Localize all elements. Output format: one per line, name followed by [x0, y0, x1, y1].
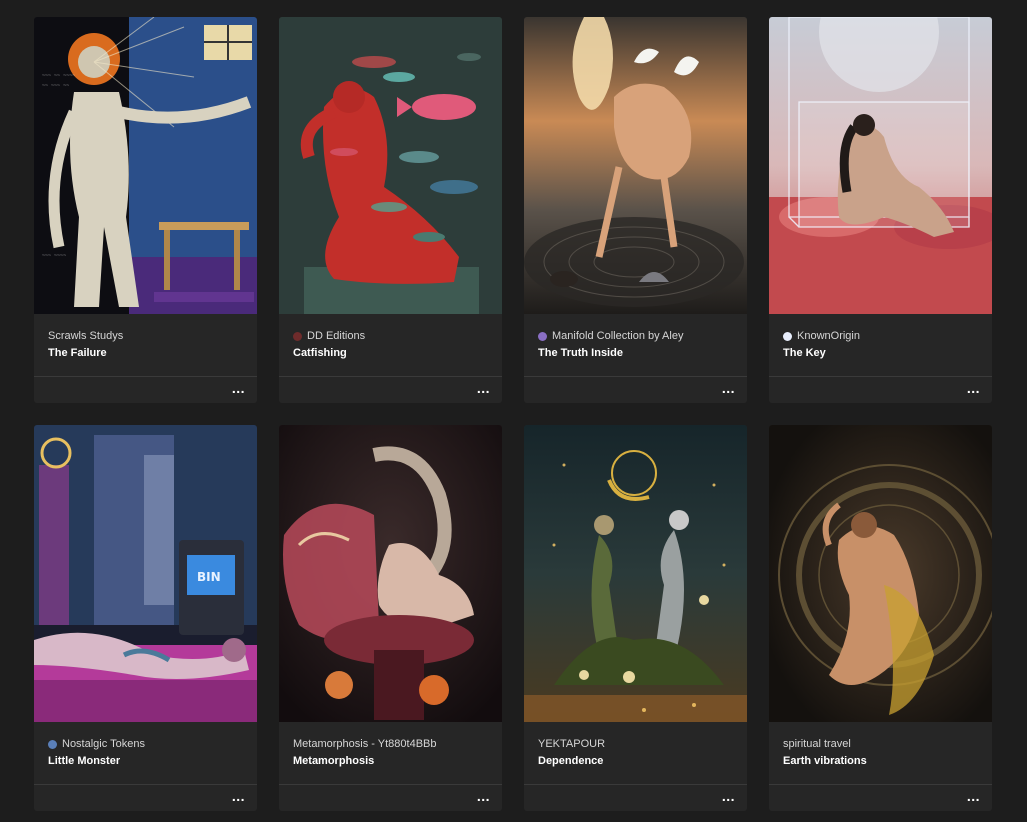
card-meta: spiritual travel Earth vibrations [769, 722, 992, 785]
collection-label: DD Editions [307, 330, 366, 342]
collection-name[interactable]: Manifold Collection by Aley [538, 330, 733, 343]
svg-text:~~~ ~~ ~~~~: ~~~ ~~ ~~~~ [42, 73, 75, 79]
card-footer: ... [279, 377, 502, 402]
artwork-image[interactable] [769, 425, 992, 722]
collection-name[interactable]: DD Editions [293, 330, 488, 343]
collection-avatar-icon [783, 332, 792, 341]
artwork-image[interactable]: BIN [34, 425, 257, 722]
nft-card[interactable]: DD Editions Catfishing ... [279, 17, 502, 403]
nft-card[interactable]: spiritual travel Earth vibrations ... [769, 425, 992, 811]
collection-label: KnownOrigin [797, 330, 860, 342]
card-footer: ... [34, 785, 257, 810]
artwork-image[interactable] [279, 17, 502, 314]
artwork-image[interactable] [524, 17, 747, 314]
svg-text:~~ ~~~ ~~: ~~ ~~~ ~~ [42, 83, 69, 89]
card-footer: ... [34, 377, 257, 402]
collection-avatar-icon [48, 740, 57, 749]
collection-name[interactable]: YEKTAPOUR [538, 738, 733, 751]
collection-avatar-icon [293, 332, 302, 341]
collection-name[interactable]: KnownOrigin [783, 330, 978, 343]
more-options-button[interactable]: ... [232, 789, 245, 805]
card-footer: ... [524, 785, 747, 810]
collection-label: Scrawls Studys [48, 330, 124, 342]
collection-name[interactable]: Scrawls Studys [48, 330, 243, 343]
card-meta: YEKTAPOUR Dependence [524, 722, 747, 785]
card-meta: KnownOrigin The Key [769, 314, 992, 377]
artwork-image[interactable] [524, 425, 747, 722]
collection-label: spiritual travel [783, 738, 851, 750]
card-footer: ... [769, 377, 992, 402]
collection-avatar-icon [538, 332, 547, 341]
more-options-button[interactable]: ... [722, 381, 735, 397]
artwork-title[interactable]: The Truth Inside [538, 347, 733, 360]
collection-label: Manifold Collection by Aley [552, 330, 684, 342]
artwork-title[interactable]: Earth vibrations [783, 755, 978, 768]
artwork-image[interactable]: ~~~ ~~ ~~~~ ~~ ~~~ ~~ ~~~ ~~~~ [34, 17, 257, 314]
card-footer: ... [524, 377, 747, 402]
artwork-image[interactable] [279, 425, 502, 722]
card-meta: Nostalgic Tokens Little Monster [34, 722, 257, 785]
more-options-button[interactable]: ... [232, 381, 245, 397]
card-meta: DD Editions Catfishing [279, 314, 502, 377]
more-options-button[interactable]: ... [477, 789, 490, 805]
more-options-button[interactable]: ... [722, 789, 735, 805]
card-footer: ... [279, 785, 502, 810]
more-options-button[interactable]: ... [967, 789, 980, 805]
card-footer: ... [769, 785, 992, 810]
artwork-title[interactable]: The Key [783, 347, 978, 360]
nft-card[interactable]: Manifold Collection by Aley The Truth In… [524, 17, 747, 403]
nft-card[interactable]: YEKTAPOUR Dependence ... [524, 425, 747, 811]
nft-card[interactable]: BIN Nostalgic Tokens Little Monster ... [34, 425, 257, 811]
collection-label: YEKTAPOUR [538, 738, 606, 750]
svg-text:BIN: BIN [197, 570, 221, 584]
artwork-title[interactable]: Dependence [538, 755, 733, 768]
artwork-image[interactable] [769, 17, 992, 314]
artwork-title[interactable]: Catfishing [293, 347, 488, 360]
collection-name[interactable]: spiritual travel [783, 738, 978, 751]
nft-card[interactable]: ~~~ ~~ ~~~~ ~~ ~~~ ~~ ~~~ ~~~~ Scrawls S… [34, 17, 257, 403]
nft-grid: ~~~ ~~ ~~~~ ~~ ~~~ ~~ ~~~ ~~~~ Scrawls S… [34, 17, 992, 811]
svg-text:~~~ ~~~~: ~~~ ~~~~ [42, 253, 66, 259]
nft-card[interactable]: Metamorphosis - Yt880t4BBb Metamorphosis… [279, 425, 502, 811]
more-options-button[interactable]: ... [967, 381, 980, 397]
card-meta: Scrawls Studys The Failure [34, 314, 257, 377]
artwork-title[interactable]: Metamorphosis [293, 755, 488, 768]
artwork-title[interactable]: The Failure [48, 347, 243, 360]
card-meta: Manifold Collection by Aley The Truth In… [524, 314, 747, 377]
collection-label: Metamorphosis - Yt880t4BBb [293, 738, 437, 750]
artwork-title[interactable]: Little Monster [48, 755, 243, 768]
collection-name[interactable]: Metamorphosis - Yt880t4BBb [293, 738, 488, 751]
collection-name[interactable]: Nostalgic Tokens [48, 738, 243, 751]
collection-label: Nostalgic Tokens [62, 738, 145, 750]
nft-card[interactable]: KnownOrigin The Key ... [769, 17, 992, 403]
more-options-button[interactable]: ... [477, 381, 490, 397]
card-meta: Metamorphosis - Yt880t4BBb Metamorphosis [279, 722, 502, 785]
